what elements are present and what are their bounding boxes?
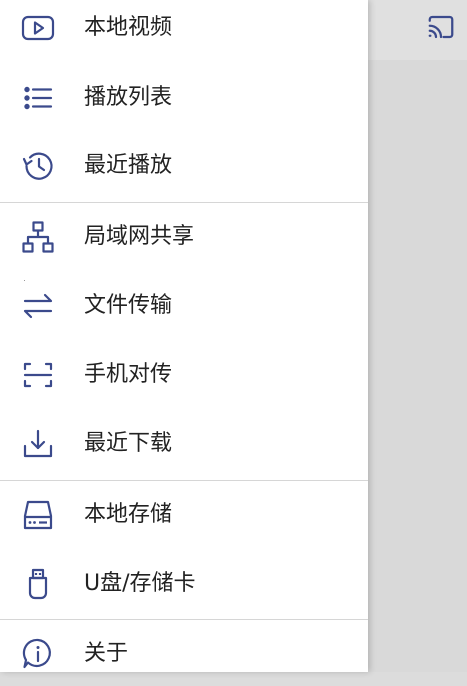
section-divider bbox=[0, 480, 368, 481]
network-tree-icon bbox=[20, 219, 56, 255]
drawer-item-recent-play[interactable]: 最近播放 bbox=[0, 134, 368, 198]
hard-drive-icon bbox=[20, 497, 56, 533]
app-toolbar bbox=[368, 0, 467, 60]
section-divider bbox=[0, 202, 368, 203]
drawer-item-label: 最近播放 bbox=[84, 153, 173, 178]
download-icon bbox=[20, 426, 56, 462]
drawer-item-usb-card[interactable]: U盘/存储卡 bbox=[0, 552, 368, 616]
drawer-item-recent-download[interactable]: 最近下载 bbox=[0, 412, 368, 476]
drawer-item-label: 本地存储 bbox=[84, 502, 173, 527]
play-video-icon bbox=[20, 10, 56, 46]
section-divider bbox=[0, 619, 368, 620]
drawer-item-label: 关于 bbox=[84, 641, 129, 666]
drawer-item-local-storage[interactable]: 本地存储 bbox=[0, 483, 368, 547]
drawer-item-phone-transfer[interactable]: 手机对传 bbox=[0, 343, 368, 407]
drawer-item-label: 文件传输 bbox=[84, 293, 173, 318]
drawer-item-label: 手机对传 bbox=[84, 362, 173, 387]
drawer-item-label: 本地视频 bbox=[84, 15, 173, 40]
list-icon bbox=[20, 80, 56, 116]
drawer-item-local-video[interactable]: 本地视频 bbox=[0, 0, 368, 60]
usb-drive-icon bbox=[20, 566, 56, 602]
navigation-drawer: 本地视频 播放列表 最近播放 局域网共享 文件传输 手机对传 最近下载 本地存储… bbox=[0, 0, 368, 672]
drawer-item-label: 最近下载 bbox=[84, 431, 173, 456]
drawer-item-file-transfer[interactable]: 文件传输 bbox=[0, 274, 368, 338]
drawer-item-lan-share[interactable]: 局域网共享 bbox=[0, 205, 368, 269]
drawer-item-about[interactable]: 关于 bbox=[0, 622, 368, 686]
drawer-item-label: 播放列表 bbox=[84, 85, 173, 110]
drawer-item-label: U盘/存储卡 bbox=[84, 571, 196, 596]
info-chat-icon bbox=[20, 636, 56, 672]
cast-button[interactable] bbox=[424, 12, 458, 46]
history-icon bbox=[20, 148, 56, 184]
scan-frame-icon bbox=[20, 357, 56, 393]
drawer-item-playlist[interactable]: 播放列表 bbox=[0, 66, 368, 130]
transfer-arrows-icon bbox=[20, 288, 56, 324]
drawer-item-label: 局域网共享 bbox=[84, 224, 195, 249]
cast-icon bbox=[426, 12, 456, 46]
